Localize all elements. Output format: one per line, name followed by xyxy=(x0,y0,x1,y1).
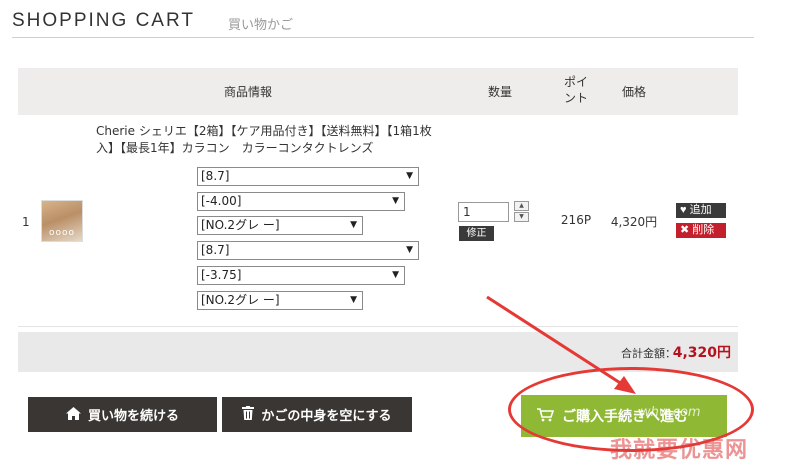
watermark-text: 我就要优惠网 xyxy=(610,438,749,463)
watermark-site-text: whw.com xyxy=(640,405,701,420)
